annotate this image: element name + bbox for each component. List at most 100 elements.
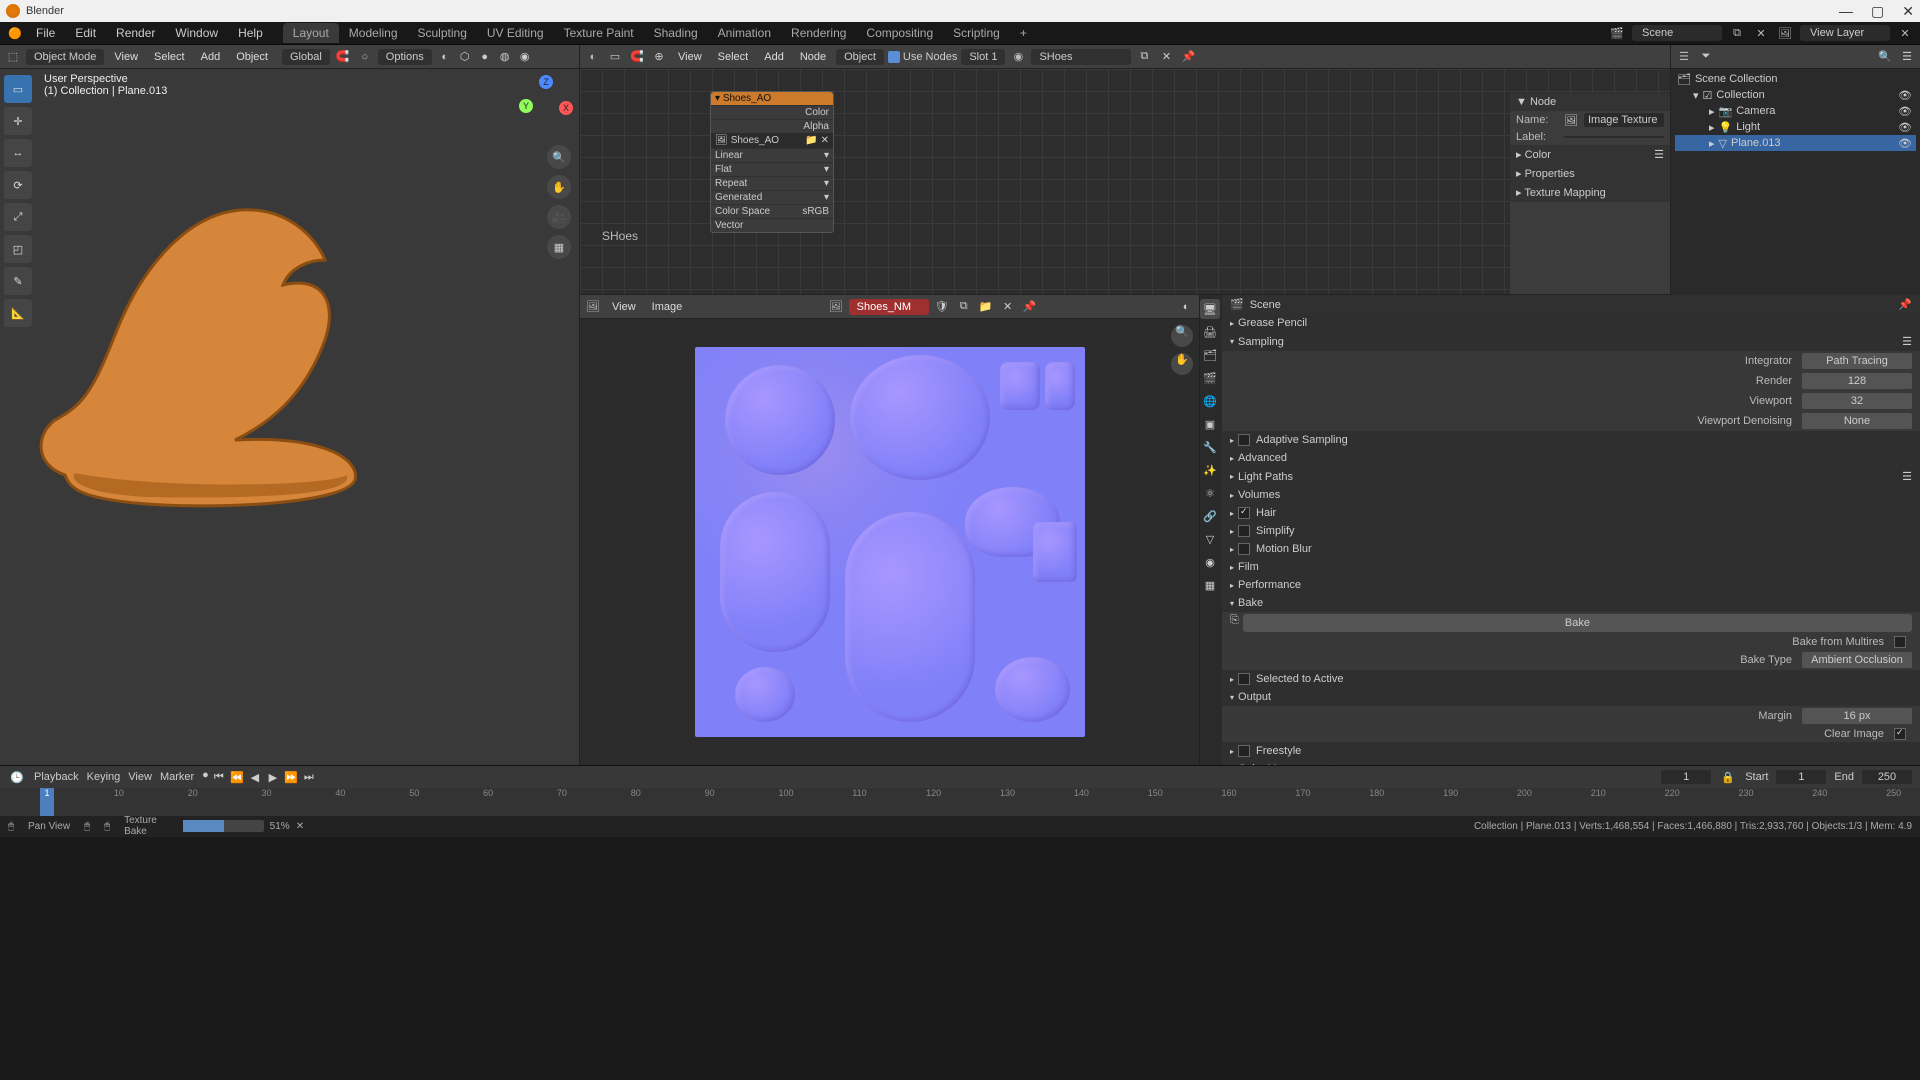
- camera-icon[interactable]: 🎥: [547, 205, 571, 229]
- panel-bake[interactable]: ▾Bake: [1222, 594, 1920, 612]
- material-new-icon[interactable]: ⧉: [1135, 48, 1153, 66]
- render-samples-field[interactable]: 128: [1802, 373, 1912, 389]
- tab-scripting[interactable]: Scripting: [943, 23, 1010, 43]
- panel-colormgmt[interactable]: ▸Color Management: [1222, 760, 1920, 765]
- material-unlink-icon[interactable]: ✕: [1157, 48, 1175, 66]
- tab-sculpting[interactable]: Sculpting: [408, 23, 477, 43]
- frame-start-field[interactable]: 1: [1776, 770, 1826, 784]
- jump-end-icon[interactable]: ⏭: [301, 769, 317, 785]
- shading-solid-icon[interactable]: ●: [476, 48, 494, 66]
- tab-animation[interactable]: Animation: [708, 23, 781, 43]
- persp-icon[interactable]: ▦: [547, 235, 571, 259]
- prev-key-icon[interactable]: ⏪: [229, 769, 245, 785]
- panel-film[interactable]: ▸Film: [1222, 558, 1920, 576]
- margin-field[interactable]: 16 px: [1802, 708, 1912, 724]
- tab-data[interactable]: ▽: [1200, 529, 1220, 549]
- tab-render[interactable]: 🖥: [1200, 299, 1220, 319]
- sh-menu-view[interactable]: View: [672, 49, 708, 65]
- image-name-field[interactable]: Shoes_NM: [849, 299, 929, 315]
- node-image-texture[interactable]: ▾ Shoes_AO Color Alpha 🖼 Shoes_AO 📁 ✕ Li…: [710, 91, 834, 233]
- tab-scene[interactable]: 🎬: [1200, 368, 1220, 388]
- sh-menu-node[interactable]: Node: [794, 49, 832, 65]
- axis-z-icon[interactable]: Z: [539, 75, 553, 89]
- editor-shader-icon[interactable]: ◐: [584, 48, 602, 66]
- outliner[interactable]: ☰ ⏷ 🔍 ☰ 🗂Scene Collection ▾☑Collection👁 …: [1670, 45, 1920, 295]
- out-color[interactable]: Color: [805, 107, 829, 118]
- next-key-icon[interactable]: ⏩: [283, 769, 299, 785]
- panel-motionblur[interactable]: ▸Motion Blur: [1222, 540, 1920, 558]
- integrator-select[interactable]: Path Tracing: [1802, 353, 1912, 369]
- pin-image-icon[interactable]: 📌: [1021, 298, 1039, 316]
- image-browse-icon[interactable]: 🖼: [827, 298, 845, 316]
- tl-keying[interactable]: Keying: [87, 771, 121, 783]
- scene-field[interactable]: Scene: [1632, 25, 1722, 41]
- maximize-button[interactable]: ▢: [1871, 3, 1884, 20]
- vp-menu-view[interactable]: View: [108, 49, 144, 65]
- snap-icon[interactable]: 🧲: [334, 48, 352, 66]
- new-image-icon[interactable]: ⧉: [955, 298, 973, 316]
- pivot-icon[interactable]: ⊕: [650, 48, 668, 66]
- zoom-icon[interactable]: 🔍: [547, 145, 571, 169]
- panel-output[interactable]: ▾Output: [1222, 688, 1920, 706]
- viewport-samples-field[interactable]: 32: [1802, 393, 1912, 409]
- pin-icon[interactable]: 📌: [1898, 298, 1912, 311]
- viewport-3d[interactable]: ⬚ Object Mode View Select Add Object Glo…: [0, 45, 580, 765]
- panel-performance[interactable]: ▸Performance: [1222, 576, 1920, 594]
- mode-select[interactable]: Object Mode: [26, 49, 104, 65]
- bake-button[interactable]: Bake: [1243, 614, 1912, 632]
- plane-row[interactable]: Plane.013: [1731, 137, 1781, 149]
- scene-new-icon[interactable]: ⧉: [1728, 24, 1746, 42]
- tool-select-box[interactable]: ▭: [4, 75, 32, 103]
- snap-button-icon[interactable]: 🧲: [628, 48, 646, 66]
- colorspace-select[interactable]: sRGB: [802, 206, 829, 217]
- open-image-icon[interactable]: 📁: [977, 298, 995, 316]
- jump-start-icon[interactable]: ⏮: [211, 769, 227, 785]
- play-rev-icon[interactable]: ◀: [247, 769, 263, 785]
- tool-cursor[interactable]: ✛: [4, 107, 32, 135]
- timeline-type-icon[interactable]: 🕒: [8, 768, 26, 786]
- options-menu[interactable]: Options: [378, 49, 432, 65]
- tl-marker[interactable]: Marker: [160, 771, 194, 783]
- panel-header-node[interactable]: ▼ Node: [1510, 93, 1670, 111]
- source-select[interactable]: Generated: [715, 192, 762, 203]
- close-button[interactable]: ✕: [1902, 3, 1914, 20]
- tab-world[interactable]: 🌐: [1200, 391, 1220, 411]
- proj-select[interactable]: Flat: [715, 164, 732, 175]
- panel-grease[interactable]: ▸Grease Pencil: [1222, 314, 1920, 332]
- tab-modeling[interactable]: Modeling: [339, 23, 408, 43]
- img-pan-icon[interactable]: ✋: [1171, 353, 1193, 375]
- tab-object[interactable]: ▣: [1200, 414, 1220, 434]
- sh-menu-add[interactable]: Add: [758, 49, 790, 65]
- tab-texture[interactable]: ▦: [1200, 575, 1220, 595]
- clear-image-checkbox[interactable]: [1894, 728, 1906, 740]
- fake-user-icon[interactable]: 🛡: [933, 298, 951, 316]
- panel-simplify[interactable]: ▸Simplify: [1222, 522, 1920, 540]
- display-channels-icon[interactable]: ◐: [1177, 298, 1195, 316]
- timeline-cursor[interactable]: 1: [40, 788, 54, 816]
- node-label-field[interactable]: [1564, 136, 1664, 138]
- tab-texturepaint[interactable]: Texture Paint: [554, 23, 644, 43]
- tab-uvediting[interactable]: UV Editing: [477, 23, 554, 43]
- ext-select[interactable]: Repeat: [715, 178, 747, 189]
- axis-y-icon[interactable]: Y: [519, 99, 533, 113]
- material-name-field[interactable]: SHoes: [1031, 49, 1131, 65]
- tab-output[interactable]: 🖨: [1200, 322, 1220, 342]
- panel-adaptive[interactable]: ▸Adaptive Sampling: [1222, 431, 1920, 449]
- frame-end-field[interactable]: 250: [1862, 770, 1912, 784]
- menu-help[interactable]: Help: [230, 24, 271, 42]
- breadcrumb[interactable]: Scene: [1250, 299, 1281, 311]
- pan-icon[interactable]: ✋: [547, 175, 571, 199]
- panel-advanced[interactable]: ▸Advanced: [1222, 449, 1920, 467]
- overlay-toggle-icon[interactable]: ◐: [436, 48, 454, 66]
- shading-matprev-icon[interactable]: ◍: [496, 48, 514, 66]
- play-icon[interactable]: ▶: [265, 769, 281, 785]
- panel-properties[interactable]: ▸ Properties: [1510, 164, 1670, 183]
- panel-volumes[interactable]: ▸Volumes: [1222, 486, 1920, 504]
- tab-particles[interactable]: ✨: [1200, 460, 1220, 480]
- menu-edit[interactable]: Edit: [67, 24, 104, 42]
- tab-constraints[interactable]: 🔗: [1200, 506, 1220, 526]
- vp-menu-add[interactable]: Add: [195, 49, 227, 65]
- sh-menu-select[interactable]: Select: [712, 49, 755, 65]
- light-row[interactable]: Light: [1736, 121, 1760, 133]
- panel-sampling[interactable]: ▾Sampling☰: [1222, 332, 1920, 351]
